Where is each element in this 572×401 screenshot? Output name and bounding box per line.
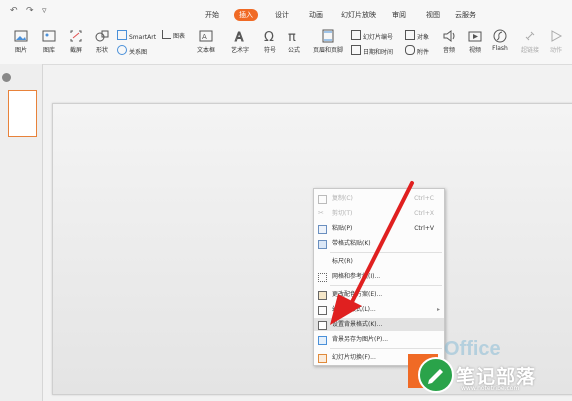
watermark-url: www.notetribe.com <box>461 385 520 392</box>
watermark-office: Office <box>444 338 501 360</box>
pencil-logo-icon <box>418 357 454 393</box>
